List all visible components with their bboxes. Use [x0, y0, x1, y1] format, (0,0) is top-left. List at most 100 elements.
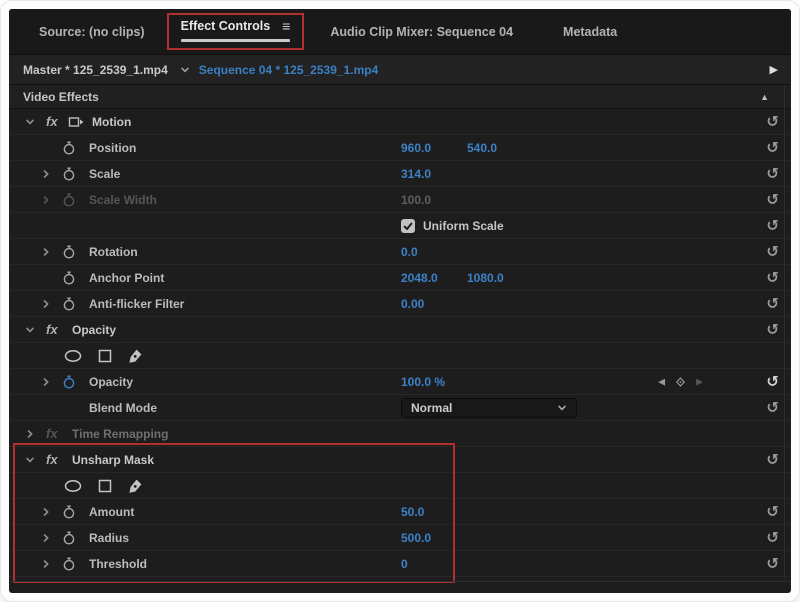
reset-button[interactable]: ↺: [766, 114, 779, 129]
position-y-value[interactable]: 540.0: [467, 141, 497, 155]
effect-title-motion[interactable]: Motion: [92, 115, 131, 129]
reset-button[interactable]: ↺: [766, 166, 779, 181]
amount-value[interactable]: 50.0: [401, 505, 424, 519]
chevron-down-icon[interactable]: [23, 455, 37, 465]
chevron-right-icon[interactable]: [23, 429, 37, 439]
blend-mode-select[interactable]: Normal: [401, 398, 577, 418]
property-row-scale-width: Scale Width 100.0 ↺: [9, 187, 791, 213]
timeline-expand-icon[interactable]: ▶: [770, 63, 778, 76]
reset-button[interactable]: ↺: [766, 192, 779, 207]
chevron-right-icon[interactable]: [39, 247, 53, 257]
uniform-scale-label: Uniform Scale: [423, 219, 504, 233]
chevron-right-icon[interactable]: [39, 195, 53, 205]
effect-row-opacity: fx Opacity ↺: [9, 317, 791, 343]
chevron-down-icon[interactable]: [23, 325, 37, 335]
reset-button[interactable]: ↺: [766, 400, 779, 415]
tab-source[interactable]: Source: (no clips): [39, 25, 145, 39]
reset-button[interactable]: ↺: [766, 218, 779, 233]
property-label: Rotation: [89, 245, 138, 259]
chevron-down-icon: [557, 403, 567, 413]
panel-menu-icon[interactable]: ≡: [282, 19, 290, 33]
chevron-right-icon[interactable]: [39, 507, 53, 517]
mask-pen-button[interactable]: [127, 478, 143, 494]
opacity-value[interactable]: 100.0 %: [401, 375, 445, 389]
stopwatch-icon[interactable]: [61, 140, 77, 156]
anchor-y-value[interactable]: 1080.0: [467, 271, 504, 285]
property-row-amount: Amount 50.0 ↺: [9, 499, 791, 525]
reset-button[interactable]: ↺: [766, 140, 779, 155]
add-keyframe-icon[interactable]: [674, 375, 687, 388]
uniform-scale-checkbox[interactable]: [401, 219, 415, 233]
reset-button[interactable]: ↺: [766, 270, 779, 285]
property-row-opacity: Opacity 100.0 % ◀ ▶ ↺: [9, 369, 791, 395]
motion-icon: [68, 114, 84, 130]
reset-button[interactable]: ↺: [766, 296, 779, 311]
stopwatch-icon[interactable]: [61, 504, 77, 520]
panel-right-divider: [784, 85, 785, 581]
mask-rect-button[interactable]: [97, 348, 113, 364]
collapse-section-icon[interactable]: ▲: [760, 92, 769, 102]
stopwatch-icon[interactable]: [61, 166, 77, 182]
reset-button[interactable]: ↺: [766, 322, 779, 337]
anti-flicker-value[interactable]: 0.00: [401, 297, 424, 311]
stopwatch-icon-active[interactable]: [61, 374, 77, 390]
tab-metadata-label: Metadata: [563, 25, 617, 39]
stopwatch-icon[interactable]: [61, 296, 77, 312]
scale-value[interactable]: 314.0: [401, 167, 431, 181]
property-label: Opacity: [89, 375, 133, 389]
mask-ellipse-button[interactable]: [63, 478, 83, 494]
chevron-right-icon[interactable]: [39, 533, 53, 543]
property-label: Anchor Point: [89, 271, 164, 285]
effects-rows: fx Motion ↺ Position 960.0 540.0 ↺ Scale…: [9, 109, 791, 577]
reset-button[interactable]: ↺: [766, 452, 779, 467]
next-keyframe-icon[interactable]: ▶: [696, 377, 703, 386]
sequence-clip-name[interactable]: Sequence 04 * 125_2539_1.mp4: [199, 63, 378, 77]
stopwatch-icon[interactable]: [61, 556, 77, 572]
chevron-right-icon[interactable]: [39, 169, 53, 179]
tab-effect-controls[interactable]: Effect Controls ≡: [167, 13, 305, 50]
mask-ellipse-button[interactable]: [63, 348, 83, 364]
chevron-right-icon[interactable]: [39, 559, 53, 569]
clip-header: Master * 125_2539_1.mp4 Sequence 04 * 12…: [9, 55, 791, 85]
chevron-right-icon[interactable]: [39, 377, 53, 387]
fx-badge-icon[interactable]: fx: [46, 114, 64, 129]
chevron-down-icon[interactable]: [23, 117, 37, 127]
effect-title-time-remapping[interactable]: Time Remapping: [72, 427, 168, 441]
property-label: Anti-flicker Filter: [89, 297, 184, 311]
reset-button[interactable]: ↺: [766, 504, 779, 519]
keyframe-navigator: ◀ ▶: [658, 375, 703, 388]
active-tab-underline: [181, 39, 291, 42]
anchor-x-value[interactable]: 2048.0: [401, 271, 438, 285]
prev-keyframe-icon[interactable]: ◀: [658, 377, 665, 386]
property-label: Blend Mode: [89, 401, 157, 415]
stopwatch-icon[interactable]: [61, 530, 77, 546]
reset-button[interactable]: ↺: [766, 374, 779, 389]
tab-audio-clip-mixer[interactable]: Audio Clip Mixer: Sequence 04: [330, 25, 513, 39]
reset-button[interactable]: ↺: [766, 530, 779, 545]
chevron-right-icon[interactable]: [39, 299, 53, 309]
reset-button[interactable]: ↺: [766, 556, 779, 571]
mask-rect-button[interactable]: [97, 478, 113, 494]
position-x-value[interactable]: 960.0: [401, 141, 431, 155]
tab-effect-controls-label: Effect Controls: [181, 19, 271, 33]
property-label: Scale: [89, 167, 120, 181]
threshold-value[interactable]: 0: [401, 557, 408, 571]
tab-source-label: Source: (no clips): [39, 25, 145, 39]
rotation-value[interactable]: 0.0: [401, 245, 418, 259]
property-label: Position: [89, 141, 136, 155]
fx-badge-icon[interactable]: fx: [46, 322, 64, 337]
radius-value[interactable]: 500.0: [401, 531, 431, 545]
stopwatch-icon[interactable]: [61, 244, 77, 260]
effect-title-unsharp-mask[interactable]: Unsharp Mask: [72, 453, 154, 467]
property-label: Amount: [89, 505, 134, 519]
tab-metadata[interactable]: Metadata: [563, 25, 617, 39]
effect-title-opacity[interactable]: Opacity: [72, 323, 116, 337]
master-clip-name[interactable]: Master * 125_2539_1.mp4: [23, 63, 168, 77]
fx-badge-icon[interactable]: fx: [46, 452, 64, 467]
panel-bottom-divider: [9, 581, 791, 582]
mask-pen-button[interactable]: [127, 348, 143, 364]
stopwatch-icon[interactable]: [61, 270, 77, 286]
reset-button[interactable]: ↺: [766, 244, 779, 259]
clip-selector-chevron-icon[interactable]: [180, 65, 190, 75]
stopwatch-icon: [61, 192, 77, 208]
